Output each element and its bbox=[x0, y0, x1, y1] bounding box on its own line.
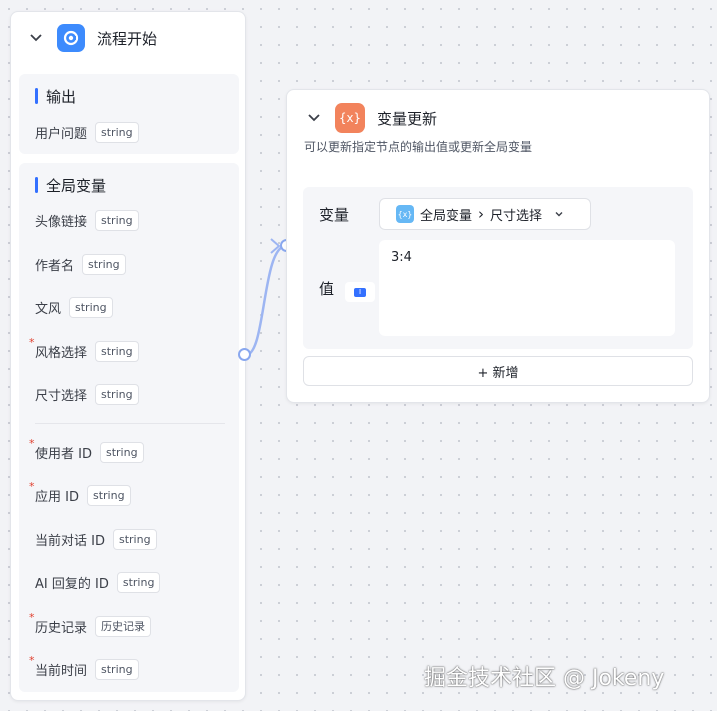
power-icon bbox=[63, 30, 79, 46]
type-tag: string bbox=[86, 484, 131, 506]
update-config-panel: 变量 {x} 全局变量 › 尺寸选择 值 I 3:4 bbox=[303, 187, 693, 349]
input-type-icon: I bbox=[354, 287, 366, 297]
type-tag: string bbox=[82, 253, 126, 275]
field-name: 尺寸选择 bbox=[35, 388, 88, 404]
type-tag: string bbox=[99, 441, 144, 463]
field-name: 文风 bbox=[35, 301, 62, 317]
section-bar bbox=[35, 177, 38, 193]
global-variables-section: 全局变量 头像链接 string 作者名 string 文风 string * … bbox=[19, 163, 239, 692]
variable-scope: 全局变量 bbox=[420, 208, 473, 224]
edge-arrow bbox=[270, 238, 281, 254]
start-node-title: 流程开始 bbox=[97, 29, 158, 48]
update-node-description: 可以更新指定节点的输出值或更新全局变量 bbox=[304, 140, 533, 154]
global-field-row: * 风格选择 string bbox=[29, 336, 139, 363]
variable-label: 变量 bbox=[319, 206, 350, 224]
variable-icon: {x} bbox=[335, 103, 365, 133]
section-divider bbox=[35, 423, 225, 424]
field-name: 当前时间 bbox=[35, 663, 88, 679]
field-name: 用户问题 bbox=[35, 126, 88, 142]
variable-update-node[interactable]: {x} 变量更新 可以更新指定节点的输出值或更新全局变量 变量 {x} 全局变量… bbox=[286, 89, 710, 403]
value-label: 值 bbox=[319, 280, 335, 298]
update-node-title: 变量更新 bbox=[377, 109, 438, 128]
field-name: 历史记录 bbox=[35, 620, 88, 636]
system-field-row: * 使用者 ID string bbox=[29, 437, 144, 464]
variable-icon: {x} bbox=[396, 205, 414, 223]
type-tag: string bbox=[116, 571, 161, 593]
global-section-title: 全局变量 bbox=[46, 176, 107, 195]
field-name: 应用 ID bbox=[35, 489, 79, 505]
type-tag: string bbox=[69, 296, 113, 318]
type-tag: 历史记录 bbox=[95, 615, 152, 637]
field-name: 作者名 bbox=[35, 258, 75, 274]
start-node-output-port[interactable] bbox=[238, 348, 251, 361]
type-tag: string bbox=[95, 209, 139, 231]
type-tag: string bbox=[95, 383, 139, 405]
required-mark: * bbox=[29, 480, 35, 493]
field-name: 当前对话 ID bbox=[35, 533, 105, 549]
chevron-down-icon[interactable] bbox=[307, 111, 321, 125]
global-field-row: 尺寸选择 string bbox=[35, 382, 139, 406]
type-tag: string bbox=[95, 121, 139, 143]
value-type-toggle[interactable]: I bbox=[345, 282, 375, 302]
required-mark: * bbox=[29, 654, 35, 667]
system-field-row: AI 回复的 ID string bbox=[35, 570, 161, 594]
value-input[interactable]: 3:4 bbox=[379, 240, 675, 336]
variable-select[interactable]: {x} 全局变量 › 尺寸选择 bbox=[379, 198, 591, 230]
variable-name: 尺寸选择 bbox=[490, 208, 543, 224]
start-node[interactable]: 流程开始 输出 用户问题 string 全局变量 头像链接 string 作者名… bbox=[10, 11, 246, 701]
watermark: 掘金技术社区 @ Jokeny bbox=[424, 666, 665, 691]
global-field-row: 文风 string bbox=[35, 295, 113, 319]
chevron-down-icon[interactable] bbox=[29, 31, 43, 45]
start-node-header: 流程开始 bbox=[11, 12, 245, 64]
output-section: 输出 用户问题 string bbox=[19, 74, 239, 154]
type-tag: string bbox=[112, 528, 157, 550]
global-field-row: 作者名 string bbox=[35, 252, 126, 276]
chevron-down-icon bbox=[555, 212, 563, 217]
system-field-row: * 历史记录 历史记录 bbox=[29, 611, 152, 638]
system-field-row: * 应用 ID string bbox=[29, 480, 131, 507]
system-field-row: * 当前时间 string bbox=[29, 654, 139, 681]
output-section-title: 输出 bbox=[46, 87, 77, 106]
required-mark: * bbox=[29, 611, 35, 624]
field-name: AI 回复的 ID bbox=[35, 576, 109, 592]
system-field-row: 当前对话 ID string bbox=[35, 527, 157, 551]
required-mark: * bbox=[29, 437, 35, 450]
start-node-icon bbox=[57, 24, 85, 52]
section-bar bbox=[35, 88, 38, 104]
field-name: 风格选择 bbox=[35, 345, 88, 361]
field-name: 头像链接 bbox=[35, 214, 88, 230]
field-name: 使用者 ID bbox=[35, 446, 92, 462]
global-field-row: 头像链接 string bbox=[35, 208, 139, 232]
edge-path bbox=[245, 244, 287, 357]
chevron-right-icon: › bbox=[478, 205, 485, 223]
type-tag: string bbox=[95, 658, 139, 680]
output-field-row: 用户问题 string bbox=[35, 120, 139, 144]
required-mark: * bbox=[29, 336, 35, 349]
add-button[interactable]: + 新增 bbox=[303, 356, 693, 386]
type-tag: string bbox=[95, 340, 139, 362]
